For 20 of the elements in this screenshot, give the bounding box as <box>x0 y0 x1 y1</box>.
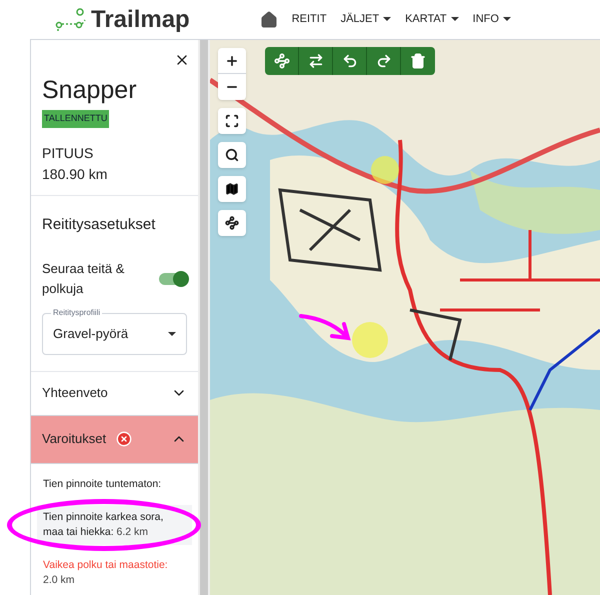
length-label: PITUUS <box>42 144 94 163</box>
warning-item: Tien pinnoite karkea sora, maa tai hiekka: 6.2 km <box>37 504 192 544</box>
status-badge: TALLENNETTU <box>42 110 110 128</box>
warning-item: Tien pinnoite tuntematon: <box>42 476 162 492</box>
accordion-header[interactable]: Yhteenveto <box>31 372 198 416</box>
route-title: Snapper <box>42 75 138 105</box>
select-value: Gravel-pyörä <box>53 324 128 343</box>
nav-link[interactable]: KARTAT <box>405 11 459 28</box>
accordion-title: Yhteenveto <box>42 384 108 402</box>
accordion-title: Varoitukset <box>42 430 106 448</box>
toggle-label: Seuraa teitä & polkuja <box>42 260 126 298</box>
warning-item: Vaikea polku tai maastotie: 2.0 km <box>42 558 169 588</box>
select-label: Reititysprofiili <box>51 306 102 318</box>
length-value: 180.90 km <box>42 165 108 184</box>
brand-name[interactable]: Trailmap <box>91 2 190 38</box>
nav-link[interactable]: JÄLJET <box>340 11 392 28</box>
section-title: Reititysasetukset <box>42 215 156 235</box>
nav-link[interactable]: REITIT <box>292 11 327 28</box>
accordion-header[interactable]: Varoitukset <box>31 416 198 464</box>
nav-link[interactable]: INFO <box>472 11 511 28</box>
